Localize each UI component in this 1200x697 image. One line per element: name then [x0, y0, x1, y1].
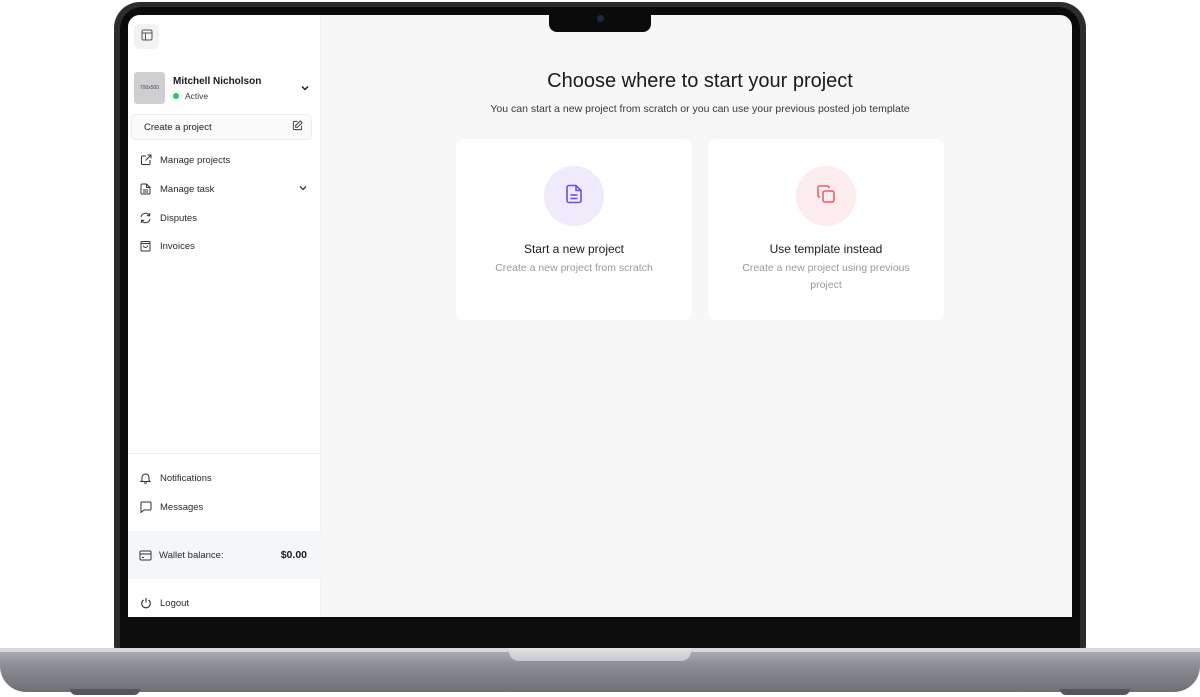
sidebar-item-notifications[interactable]: Notifications — [138, 468, 308, 488]
logout-button[interactable]: Logout — [138, 593, 308, 613]
app-screen: 700x500 Mitchell Nicholson Active Create… — [128, 15, 1072, 617]
chevron-down-icon[interactable] — [298, 183, 308, 196]
edit-icon — [292, 120, 303, 134]
message-icon — [138, 500, 153, 515]
profile-info: Mitchell Nicholson Active — [173, 76, 296, 101]
power-icon — [138, 596, 153, 611]
card-icon-circle — [796, 166, 856, 226]
shopping-bag-icon — [138, 239, 153, 254]
avatar: 700x500 — [134, 72, 165, 104]
status-label: Active — [185, 90, 209, 101]
page-title: Choose where to start your project — [547, 70, 853, 92]
credit-card-icon — [138, 548, 153, 563]
bell-icon — [138, 471, 153, 486]
document-icon — [138, 182, 153, 197]
sidebar-item-manage-task[interactable]: Manage task — [138, 179, 308, 199]
refresh-icon — [138, 211, 153, 226]
sidebar-item-label: Messages — [160, 501, 204, 513]
profile-name: Mitchell Nicholson — [173, 75, 262, 87]
user-profile[interactable]: 700x500 Mitchell Nicholson Active — [134, 71, 314, 105]
sidebar-item-manage-projects[interactable]: Manage projects — [138, 150, 308, 170]
laptop-hinge-notch — [509, 648, 691, 661]
sidebar-item-label: Manage projects — [160, 154, 231, 166]
document-icon — [565, 184, 583, 209]
external-link-icon — [138, 153, 153, 168]
sidebar: 700x500 Mitchell Nicholson Active Create… — [128, 15, 321, 617]
layout-sidebar-icon — [141, 28, 153, 46]
laptop-foot-left — [70, 689, 140, 695]
create-project-button[interactable]: Create a project — [131, 114, 312, 140]
profile-status: Active — [173, 91, 296, 101]
sidebar-item-invoices[interactable]: Invoices — [138, 236, 308, 256]
wallet-label: Wallet balance: — [159, 549, 224, 561]
sidebar-toggle-button[interactable] — [134, 24, 159, 49]
card-icon-circle — [544, 166, 604, 226]
main-content: Choose where to start your project You c… — [321, 15, 1072, 617]
sidebar-item-label: Notifications — [160, 472, 212, 484]
divider — [128, 453, 321, 454]
sidebar-item-label: Invoices — [160, 240, 195, 252]
camera-icon — [597, 15, 604, 22]
wallet-amount: $0.00 — [280, 549, 307, 561]
laptop-foot-right — [1060, 689, 1130, 695]
start-new-project-card[interactable]: Start a new project Create a new project… — [456, 139, 692, 320]
create-project-label: Create a project — [144, 121, 212, 133]
laptop-mockup: 700x500 Mitchell Nicholson Active Create… — [0, 0, 1200, 697]
card-description: Create a new project using previous proj… — [742, 262, 910, 291]
wallet-balance: Wallet balance: $0.00 — [128, 531, 321, 579]
card-title: Use template instead — [769, 242, 883, 256]
card-description: Create a new project from scratch — [495, 262, 653, 274]
card-title: Start a new project — [523, 242, 625, 256]
sidebar-item-label: Disputes — [160, 212, 197, 224]
chevron-down-icon[interactable] — [296, 79, 314, 97]
sidebar-item-messages[interactable]: Messages — [138, 497, 308, 517]
copy-icon — [816, 184, 836, 209]
laptop-chin — [120, 617, 1080, 649]
status-dot-icon — [173, 92, 179, 99]
sidebar-item-disputes[interactable]: Disputes — [138, 208, 308, 228]
page-subtitle: You can start a new project from scratch… — [490, 103, 910, 115]
logout-label: Logout — [160, 597, 190, 609]
sidebar-item-label: Manage task — [160, 183, 215, 195]
use-template-card[interactable]: Use template instead Create a new projec… — [708, 139, 944, 320]
